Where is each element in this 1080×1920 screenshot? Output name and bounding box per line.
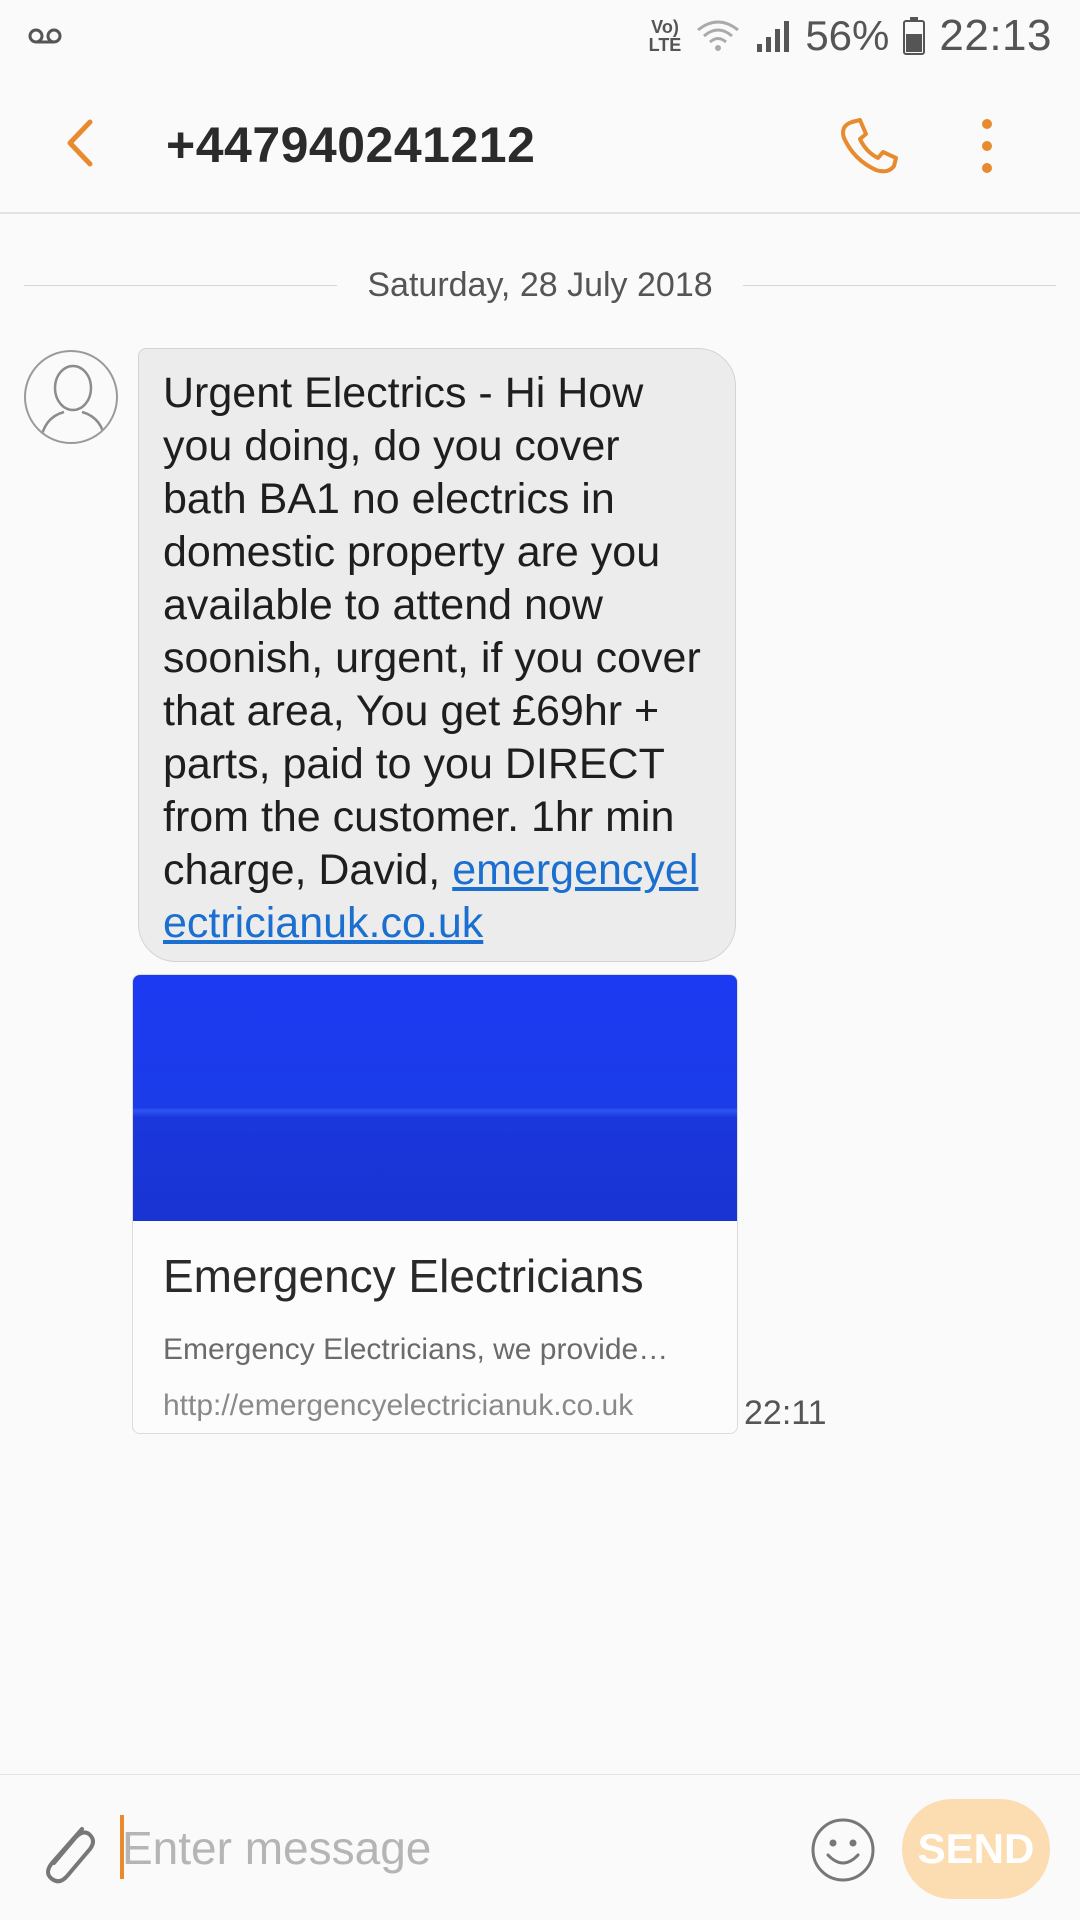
message-bubble[interactable]: Urgent Electrics - Hi How you doing, do … — [138, 348, 736, 962]
contact-title: +447940241212 — [166, 117, 536, 173]
battery-icon — [903, 17, 926, 55]
divider-line — [742, 284, 1057, 286]
conversation-header: +447940241212 — [0, 72, 1080, 214]
more-options-icon[interactable] — [972, 116, 1002, 176]
wifi-icon — [697, 20, 740, 51]
message-input[interactable] — [122, 1805, 782, 1891]
phone-icon[interactable] — [838, 116, 898, 176]
date-label: Saturday, 28 July 2018 — [367, 265, 713, 304]
date-divider: Saturday, 28 July 2018 — [24, 260, 1057, 310]
compose-bar: SEND — [0, 1774, 1080, 1920]
battery-percent: 56% — [805, 12, 890, 59]
send-button[interactable]: SEND — [902, 1799, 1050, 1899]
volte-indicator: Vo) LTE — [648, 17, 682, 55]
avatar[interactable] — [24, 350, 118, 444]
preview-title: Emergency Electricians — [163, 1250, 644, 1302]
person-icon — [39, 364, 107, 442]
back-icon[interactable] — [56, 116, 106, 170]
preview-image — [133, 975, 737, 1221]
preview-description: Emergency Electricians, we provide… — [163, 1333, 669, 1366]
signal-icon — [757, 21, 790, 52]
voicemail-icon — [28, 28, 62, 44]
link-preview-card[interactable]: Emergency Electricians Emergency Electri… — [132, 974, 738, 1434]
clock: 22:13 — [939, 11, 1052, 60]
preview-url: http://emergencyelectricianuk.co.uk — [163, 1389, 634, 1422]
paperclip-icon[interactable] — [36, 1815, 96, 1885]
status-bar: Vo) LTE 56% 22:13 — [0, 0, 1080, 72]
message-timestamp: 22:11 — [744, 1394, 827, 1432]
divider-line — [24, 284, 338, 286]
emoji-icon[interactable] — [810, 1817, 876, 1883]
message-text: Urgent Electrics - Hi How you doing, do … — [163, 369, 701, 894]
